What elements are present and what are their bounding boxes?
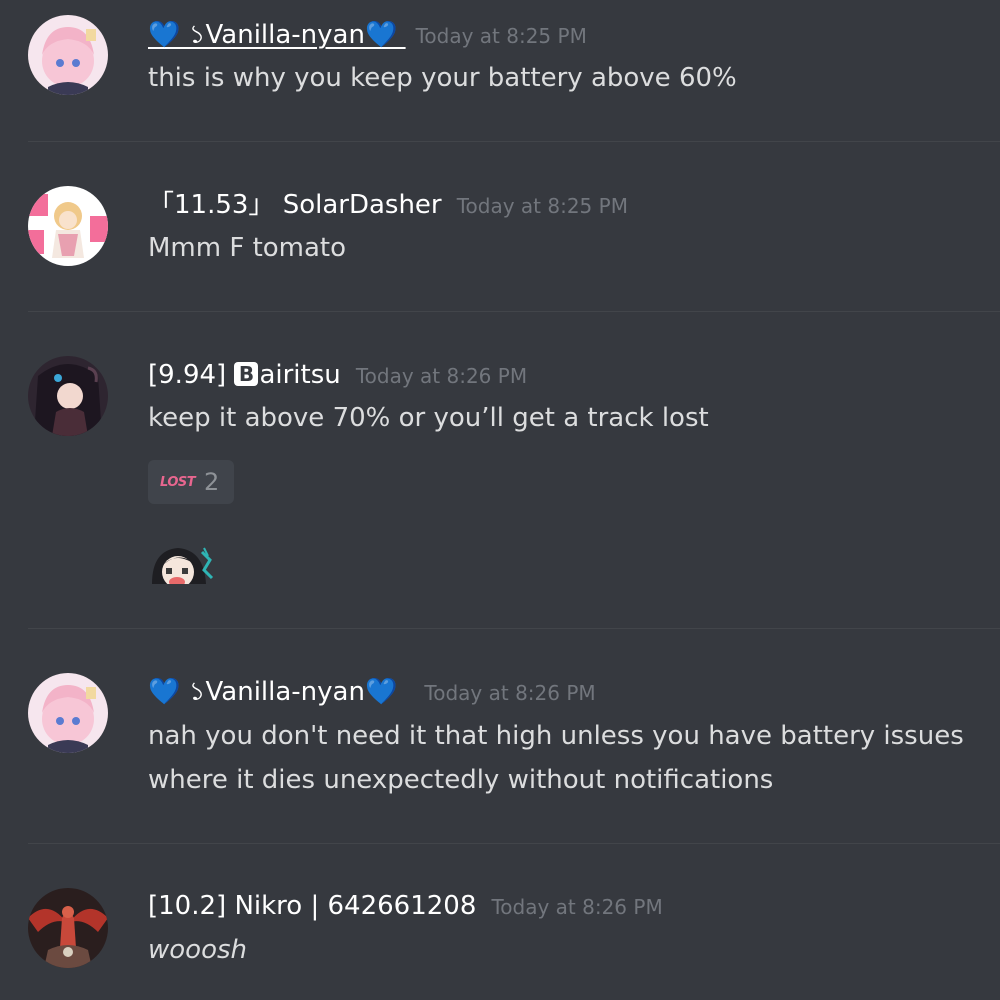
username[interactable]: [10.2] Nikro | 642661208 [148,891,476,921]
avatar[interactable] [28,186,108,266]
username-boxed-letter: B [234,362,259,386]
username-prefix: [9.94] [148,360,235,390]
message-content-line: where it dies unexpectedly without notif… [148,765,774,795]
message-content-line: nah you don't need it that high unless y… [148,721,964,751]
message-timestamp: Today at 8:25 PM [415,24,587,48]
avatar[interactable] [28,356,108,436]
reaction-button[interactable]: LOST 2 [148,460,234,504]
username[interactable]: [9.94] Bairitsu [148,360,341,390]
message-content: keep it above 70% or you’ll get a track … [148,403,709,433]
message-timestamp: Today at 8:25 PM [456,194,628,218]
message-content: this is why you keep your battery above … [148,63,737,93]
message-divider [28,843,1000,844]
message-timestamp: Today at 8:26 PM [424,681,596,705]
message-timestamp: Today at 8:26 PM [491,895,663,919]
username-rest: airitsu [259,360,341,390]
avatar[interactable] [28,15,108,95]
message-timestamp: Today at 8:26 PM [355,364,528,388]
message-content: wooosh [148,935,248,965]
reaction-count: 2 [204,468,220,496]
avatar[interactable] [28,673,108,753]
lost-emoji-icon: LOST [160,474,196,490]
message-divider [28,141,1000,142]
message-content: nah you don't need it that high unless y… [148,714,964,802]
username[interactable]: 「11.53」 SolarDasher [148,190,442,220]
chat-message-list: 💙 ১Vanilla-nyan💙 Today at 8:25 PM this i… [0,0,1000,1000]
sticker-emoji-icon[interactable] [148,544,214,584]
message-content: Mmm F tomato [148,233,347,263]
message-divider [28,311,1000,312]
username[interactable]: 💙 ১Vanilla-nyan💙 [148,677,397,707]
avatar[interactable] [28,888,108,968]
message-divider [28,628,1000,629]
username[interactable]: 💙 ১Vanilla-nyan💙 [148,20,406,50]
